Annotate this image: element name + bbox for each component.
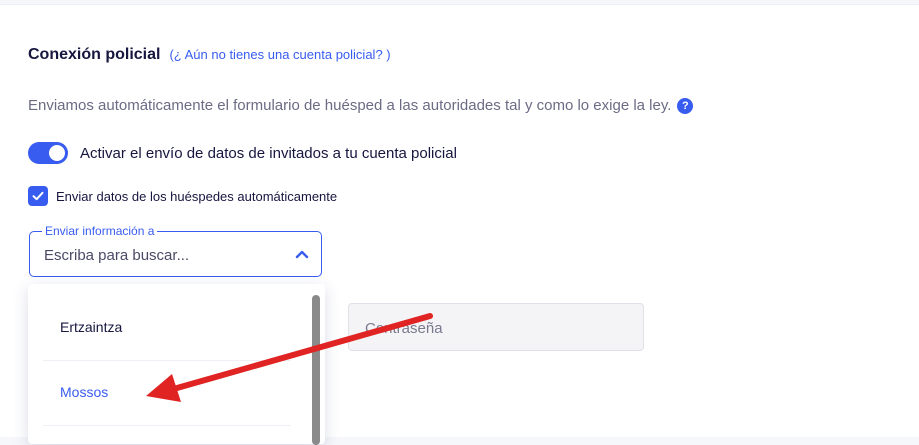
option-mossos[interactable]: Mossos [60, 384, 108, 400]
question-mark-icon[interactable]: ? [677, 97, 694, 114]
option-divider [43, 360, 291, 361]
send-to-select[interactable]: Enviar información a Escriba para buscar… [29, 224, 322, 277]
description-text: Enviamos automáticamente el formulario d… [28, 97, 672, 114]
police-send-toggle-row: Activar el envío de datos de invitados a… [28, 142, 457, 164]
option-ertzaintza[interactable]: Ertzaintza [60, 319, 122, 335]
auto-send-checkbox[interactable] [28, 186, 48, 206]
police-send-toggle[interactable] [28, 142, 68, 164]
section-title: Conexión policial [28, 46, 161, 63]
auto-send-checkbox-row: Enviar datos de los huéspedes automática… [28, 186, 337, 206]
option-divider [43, 425, 291, 426]
password-placeholder: Contraseña [365, 320, 443, 337]
checkmark-icon [32, 191, 44, 201]
select-legend: Enviar información a [42, 224, 158, 238]
select-dropdown: Ertzaintza Mossos [28, 284, 325, 445]
dropdown-scrollbar[interactable] [312, 295, 320, 445]
toggle-knob [49, 145, 65, 161]
section-header: Conexión policial (¿ Aún no tienes una c… [28, 46, 391, 64]
description-row: Enviamos automáticamente el formulario d… [28, 97, 694, 114]
toggle-label: Activar el envío de datos de invitados a… [80, 144, 457, 162]
select-search-placeholder: Escriba para buscar... [44, 247, 190, 264]
no-account-link[interactable]: (¿ Aún no tienes una cuenta policial? ) [169, 47, 390, 62]
checkbox-label: Enviar datos de los huéspedes automática… [56, 188, 338, 204]
chevron-up-icon[interactable] [295, 249, 309, 259]
password-field[interactable]: Contraseña [348, 303, 644, 351]
